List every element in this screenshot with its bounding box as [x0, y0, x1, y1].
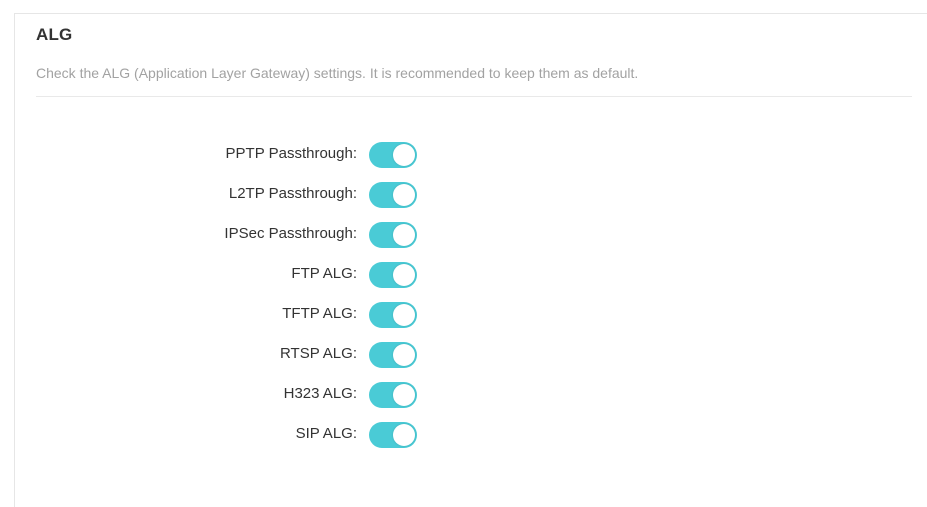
rtsp-alg-toggle[interactable] [369, 342, 417, 368]
alg-panel: ALG Check the ALG (Application Layer Gat… [0, 0, 927, 507]
section-description: Check the ALG (Application Layer Gateway… [36, 65, 639, 81]
ipsec-passthrough-toggle[interactable] [369, 222, 417, 248]
setting-row-sip: SIP ALG: [0, 415, 927, 455]
toggle-knob [393, 224, 415, 246]
setting-label-ftp: FTP ALG: [291, 265, 357, 282]
section-divider [36, 96, 912, 97]
h323-alg-toggle[interactable] [369, 382, 417, 408]
panel-top-border [14, 13, 927, 14]
setting-row-pptp: PPTP Passthrough: [0, 135, 927, 175]
toggle-knob [393, 384, 415, 406]
setting-row-tftp: TFTP ALG: [0, 295, 927, 335]
setting-label-rtsp: RTSP ALG: [280, 345, 357, 362]
toggle-knob [393, 304, 415, 326]
setting-label-l2tp: L2TP Passthrough: [228, 185, 357, 202]
setting-row-ipsec: IPSec Passthrough: [0, 215, 927, 255]
sip-alg-toggle[interactable] [369, 422, 417, 448]
setting-label-h323: H323 ALG: [283, 385, 357, 402]
toggle-knob [393, 344, 415, 366]
setting-row-h323: H323 ALG: [0, 375, 927, 415]
setting-row-l2tp: L2TP Passthrough: [0, 175, 927, 215]
l2tp-passthrough-toggle[interactable] [369, 182, 417, 208]
setting-label-pptp: PPTP Passthrough: [225, 145, 357, 162]
toggle-knob [393, 424, 415, 446]
settings-list: PPTP Passthrough: L2TP Passthrough: IPSe… [0, 135, 927, 455]
tftp-alg-toggle[interactable] [369, 302, 417, 328]
setting-row-rtsp: RTSP ALG: [0, 335, 927, 375]
setting-row-ftp: FTP ALG: [0, 255, 927, 295]
toggle-knob [393, 144, 415, 166]
toggle-knob [393, 264, 415, 286]
setting-label-ipsec: IPSec Passthrough: [224, 225, 357, 242]
setting-label-tftp: TFTP ALG: [282, 305, 357, 322]
section-title: ALG [36, 25, 73, 44]
toggle-knob [393, 184, 415, 206]
pptp-passthrough-toggle[interactable] [369, 142, 417, 168]
ftp-alg-toggle[interactable] [369, 262, 417, 288]
setting-label-sip: SIP ALG: [295, 425, 357, 442]
